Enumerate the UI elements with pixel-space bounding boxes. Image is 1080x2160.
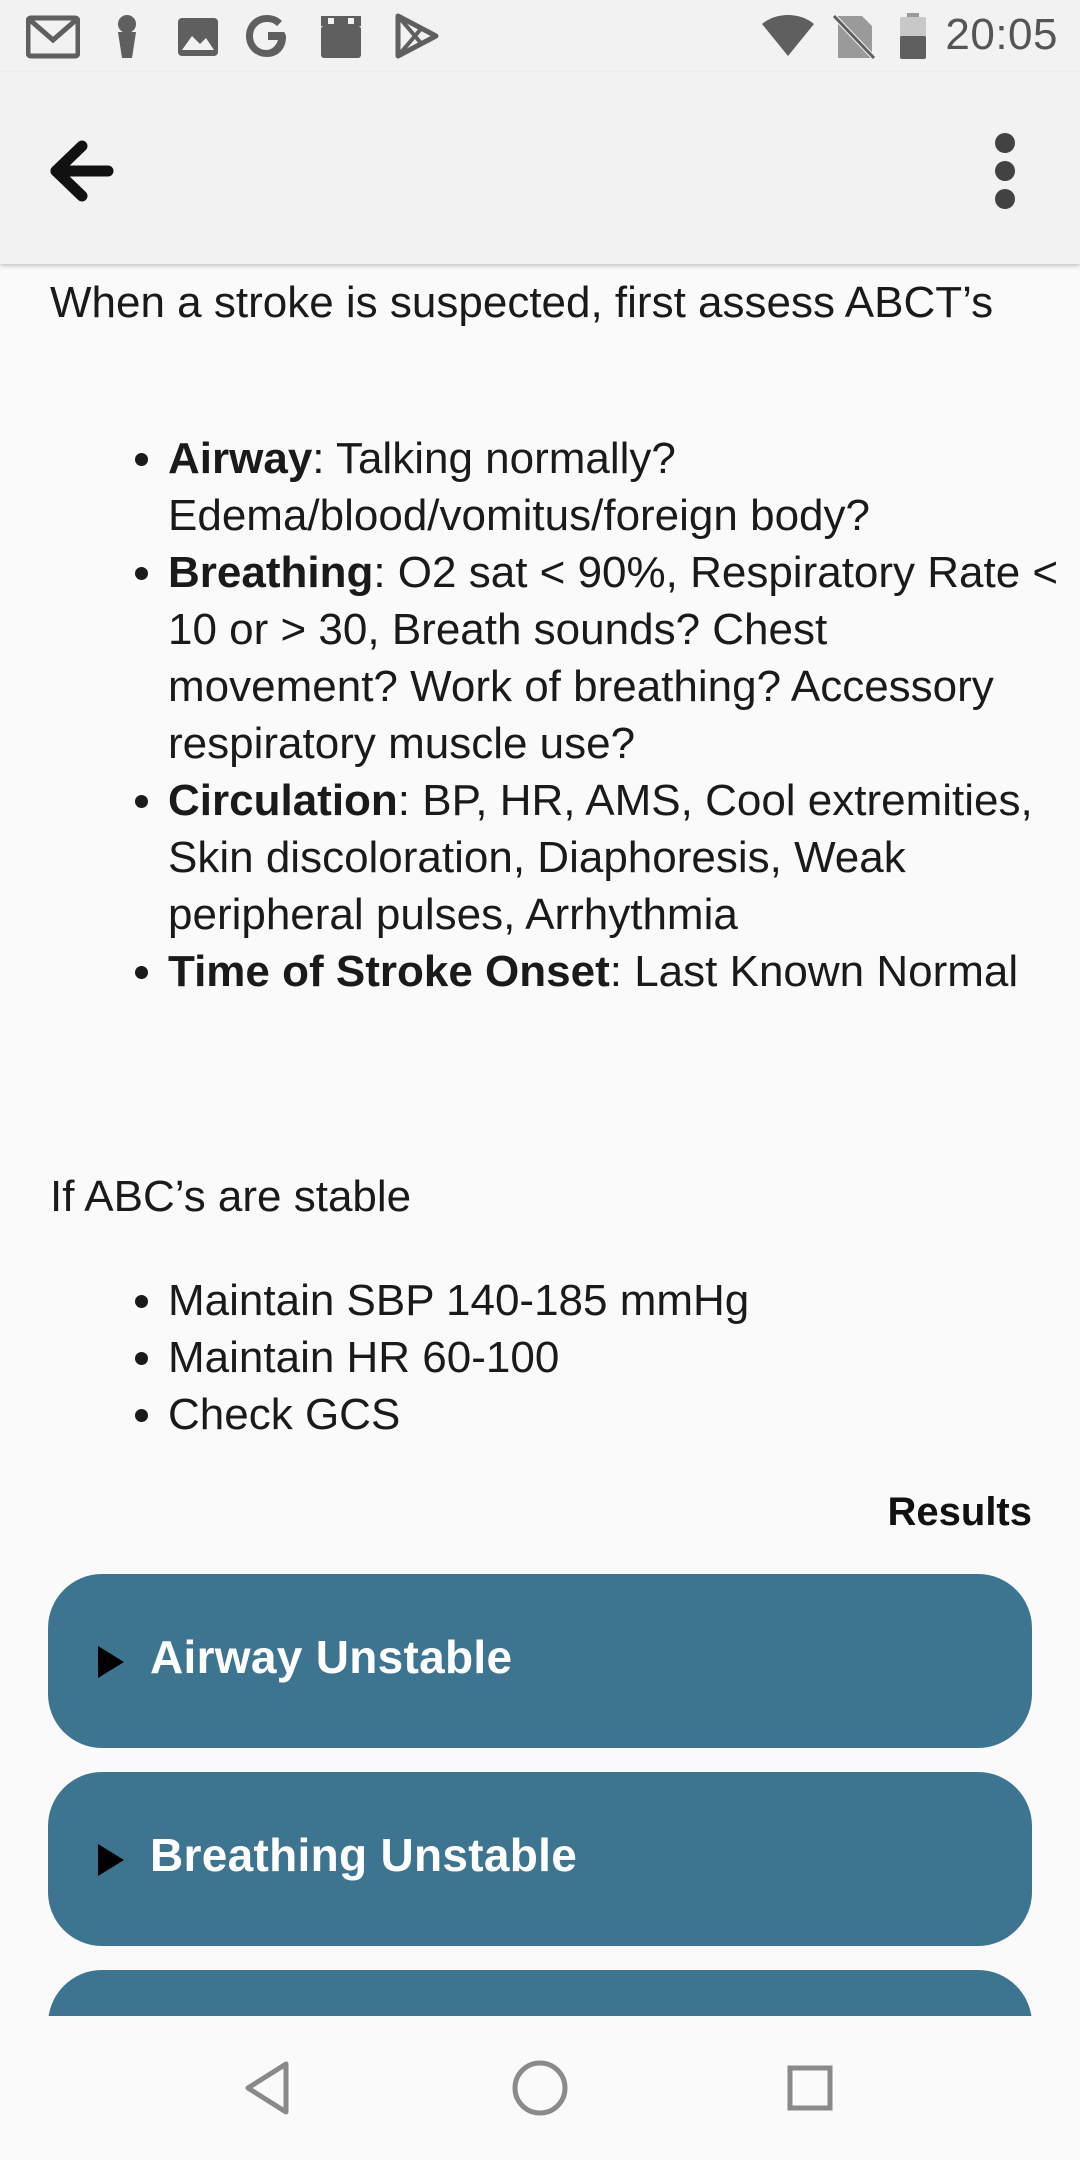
google-icon [246, 15, 286, 57]
status-bar: 20:05 [0, 0, 1080, 72]
battery-icon [900, 13, 926, 59]
intro-text: When a stroke is suspected, first assess… [50, 278, 994, 327]
content-scroll-area[interactable]: When a stroke is suspected, first assess… [0, 264, 1080, 2016]
arrow-back-icon[interactable] [30, 116, 140, 226]
list-item-term: Circulation [168, 776, 398, 825]
list-item: Maintain HR 60-100 [168, 1329, 1068, 1386]
result-card-partial[interactable] [48, 1970, 1032, 2016]
screen: 20:05 When a stroke is suspected, first … [0, 0, 1080, 2160]
list-item: Airway: Talking normally? Edema/blood/vo… [168, 430, 1068, 544]
no-sim-icon [832, 14, 876, 60]
expand-arrow-icon [98, 1646, 124, 1678]
result-card-airway-unstable[interactable]: Airway Unstable [48, 1574, 1032, 1748]
result-card-breathing-unstable[interactable]: Breathing Unstable [48, 1772, 1032, 1946]
result-card-label: Airway Unstable [150, 1631, 513, 1683]
gmail-icon [26, 15, 80, 59]
expand-arrow-icon [98, 1844, 124, 1876]
stable-intro-text: If ABC’s are stable [50, 1172, 412, 1221]
app-icon [321, 16, 361, 58]
wifi-icon [762, 15, 814, 56]
home-circle-icon[interactable] [500, 2048, 580, 2128]
status-time: 20:05 [945, 10, 1058, 59]
back-triangle-icon[interactable] [230, 2048, 310, 2128]
navigation-bar [0, 2016, 1080, 2160]
more-vert-icon[interactable] [970, 116, 1040, 226]
recents-square-icon[interactable] [770, 2048, 850, 2128]
stable-list: Maintain SBP 140-185 mmHg Maintain HR 60… [120, 1272, 1068, 1443]
pin-icon [118, 15, 136, 58]
results-label: Results [887, 1490, 1033, 1534]
app-bar [0, 72, 1080, 264]
play-store-icon [395, 13, 439, 59]
list-item: Maintain SBP 140-185 mmHg [168, 1272, 1068, 1329]
list-item: Check GCS [168, 1386, 1068, 1443]
image-icon [178, 18, 218, 56]
list-item: Circulation: BP, HR, AMS, Cool extremiti… [168, 772, 1068, 943]
result-card-label: Breathing Unstable [150, 1829, 578, 1881]
list-item-term: Airway [168, 434, 313, 483]
list-item: Time of Stroke Onset: Last Known Normal [168, 943, 1068, 1000]
list-item-term: Time of Stroke Onset [168, 947, 610, 996]
list-item: Breathing: O2 sat < 90%, Respiratory Rat… [168, 544, 1068, 772]
list-item-term: Breathing [168, 548, 374, 597]
list-item-text: : Last Known Normal [609, 947, 1019, 996]
abc-list: Airway: Talking normally? Edema/blood/vo… [120, 430, 1068, 1000]
